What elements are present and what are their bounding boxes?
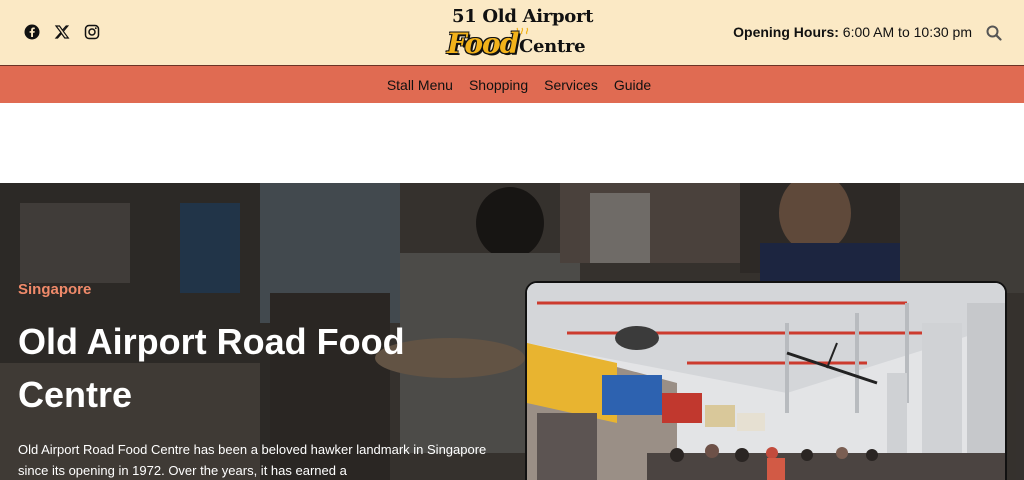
search-icon[interactable]	[986, 25, 1002, 41]
nav-item-services[interactable]: Services	[544, 77, 598, 93]
opening-hours-label: Opening Hours:	[733, 24, 839, 40]
nav-item-guide[interactable]: Guide	[614, 77, 651, 93]
social-links	[24, 24, 100, 40]
opening-hours: Opening Hours: 6:00 AM to 10:30 pm	[733, 24, 972, 40]
hawker-centre-photo	[525, 281, 1007, 480]
logo-centre-word: Centre	[519, 36, 586, 57]
facebook-icon[interactable]	[24, 24, 40, 40]
nav-item-stall-menu[interactable]: Stall Menu	[387, 77, 453, 93]
logo-line-1: 51 Old Airport	[452, 6, 594, 27]
hero-kicker: Singapore	[18, 281, 92, 298]
instagram-icon[interactable]	[84, 24, 100, 40]
site-header: 51 Old Airport Food Centre Opening Hours…	[0, 0, 1024, 65]
nav-item-shopping[interactable]: Shopping	[469, 77, 528, 93]
hero-title: Old Airport Road Food Centre	[18, 321, 405, 415]
opening-hours-value: 6:00 AM to 10:30 pm	[838, 24, 972, 40]
site-logo[interactable]: 51 Old Airport Food Centre	[443, 5, 593, 63]
main-nav: Stall Menu Shopping Services Guide	[0, 65, 1024, 103]
x-twitter-icon[interactable]	[54, 24, 70, 40]
hero-section: Singapore Old Airport Road Food Centre O…	[0, 183, 1024, 480]
logo-food-word: Food	[447, 27, 519, 60]
hero-description: Old Airport Road Food Centre has been a …	[18, 442, 487, 478]
